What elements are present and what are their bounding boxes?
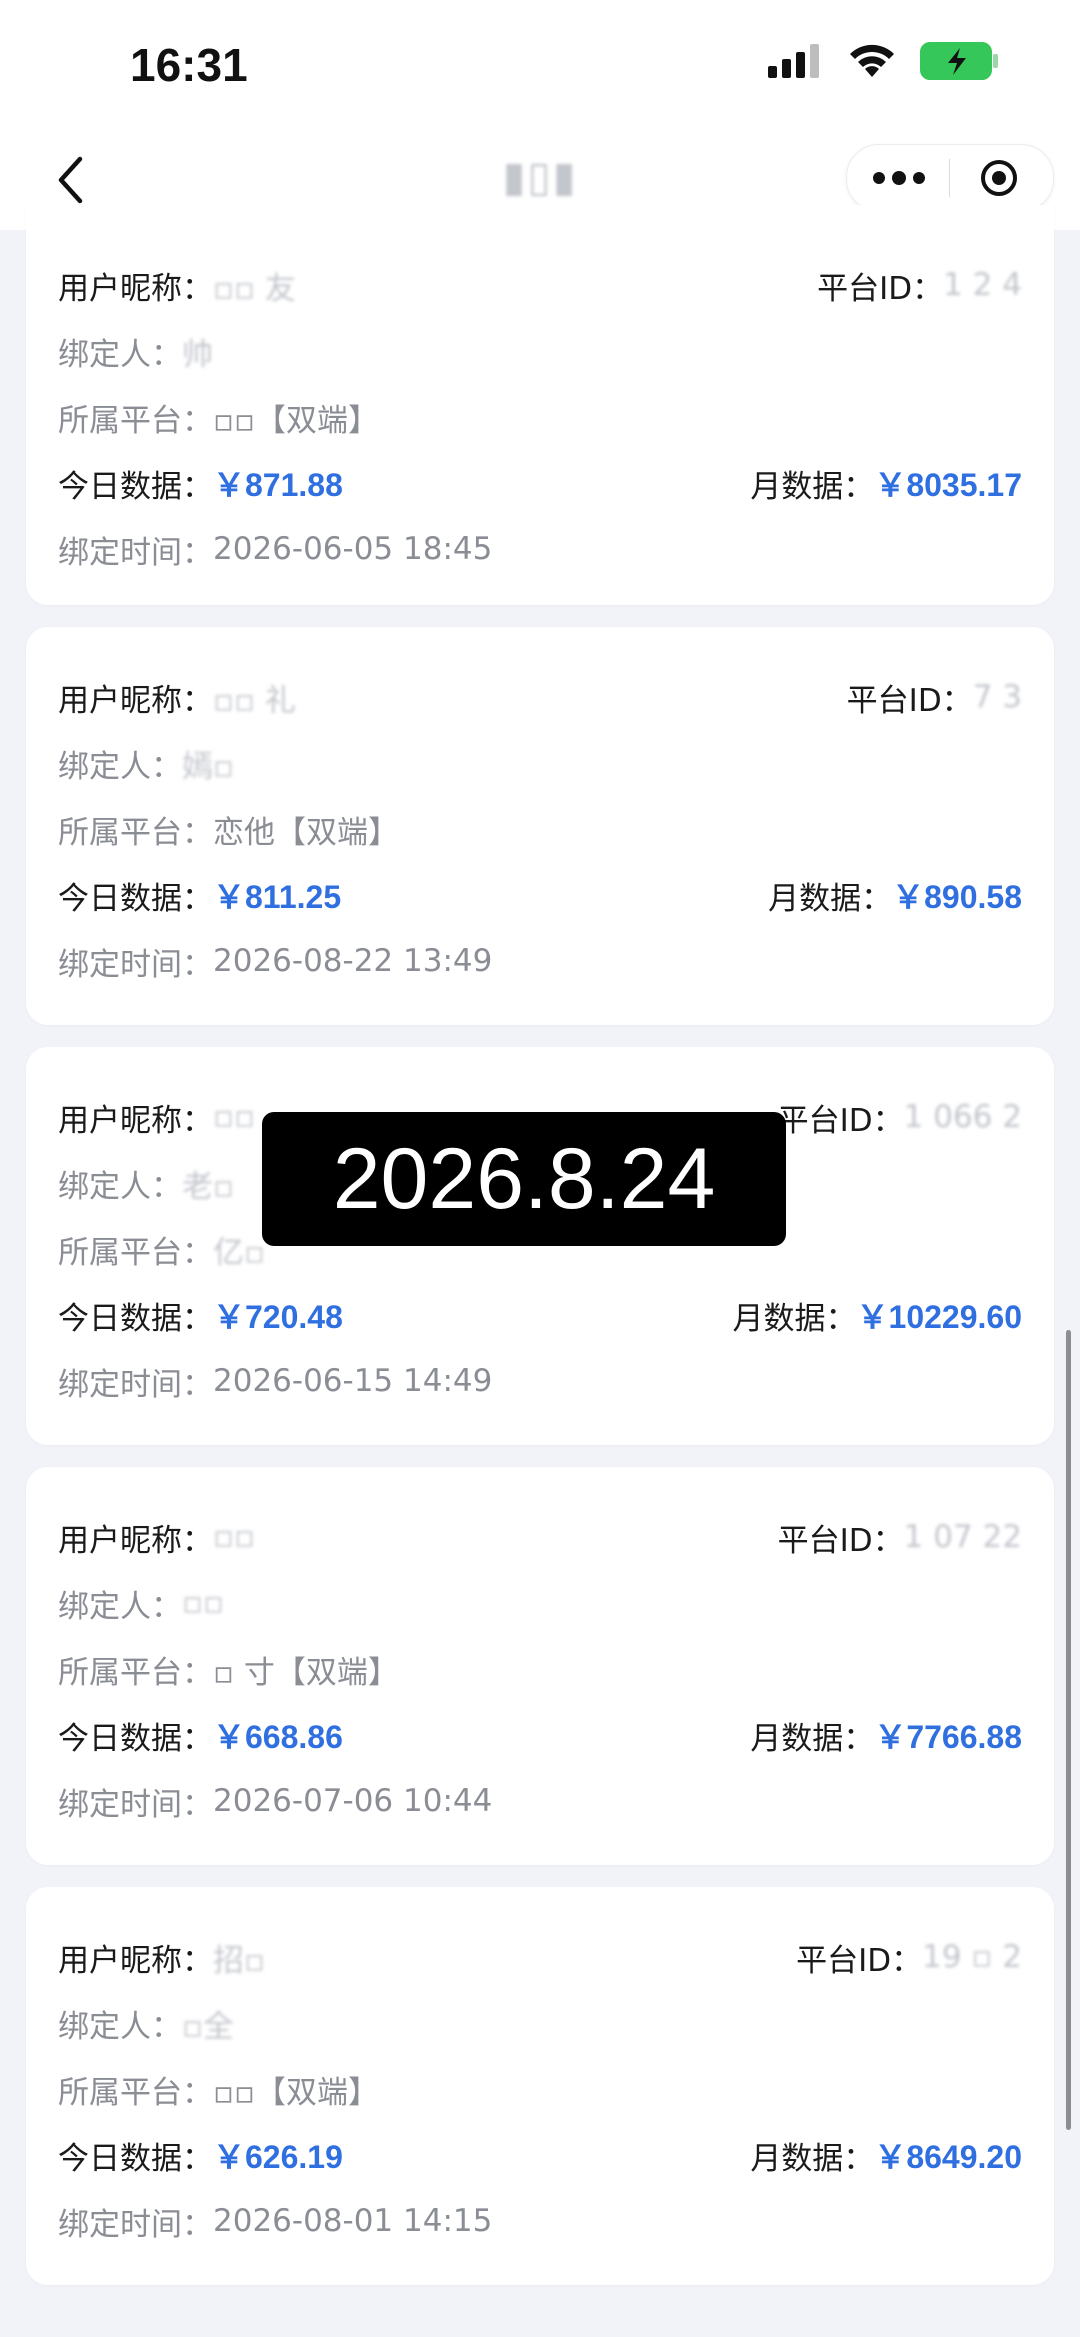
status-bar: 16:31 [0,0,1080,130]
today-value: ￥871.88 [213,467,343,503]
nickname-label: 用户昵称： [58,682,213,719]
platform-id-label: 平台ID： [846,682,973,719]
binder-label: 绑定人： [58,748,182,785]
today-label: 今日数据： [58,2140,213,2177]
target-icon[interactable] [979,158,1019,198]
bind-time-label: 绑定时间： [58,1366,213,1403]
platform-label: 所属平台： [58,1234,213,1271]
month-label: 月数据： [732,1300,857,1337]
platform-label: 所属平台： [58,2074,213,2111]
month-value: ￥8649.20 [874,2139,1022,2175]
platform-value: ▫ 寸【双端】 [213,1654,399,1691]
nickname-value: ▫▫ [213,1099,256,1135]
bind-time-value: 2026-08-22 13:49 [213,943,493,979]
nickname-label: 用户昵称： [58,1102,213,1139]
month-label: 月数据： [750,468,875,505]
today-label: 今日数据： [58,1300,213,1337]
binder-label: 绑定人： [58,2008,182,2045]
platform-id-value: 1 2 4 [943,267,1022,303]
platform-label: 所属平台： [58,814,213,851]
battery-charging-icon [920,42,998,80]
platform-value: 亿▫ [213,1234,266,1271]
month-label: 月数据： [768,880,893,917]
date-overlay-label: 2026.8.24 [262,1112,786,1246]
more-icon[interactable] [873,167,925,189]
platform-value: ▫▫【双端】 [213,2074,380,2111]
platform-value: ▫▫【双端】 [213,402,380,439]
month-value: ￥890.58 [892,879,1022,915]
bind-time-label: 绑定时间： [58,1786,213,1823]
binder-value: ▫▫ [182,1585,225,1621]
status-time: 16:31 [130,39,248,91]
today-label: 今日数据： [58,468,213,505]
binder-value: 帅 [182,336,213,373]
list-item[interactable]: 用户昵称： 招▫ 平台ID： 19 ▫ 2 绑定人： ▫全 所属平台： ▫▫【双端】 今日… [26,1887,1054,2285]
binder-label: 绑定人： [58,1588,182,1625]
binder-value: 老▫ [182,1168,235,1205]
bind-time-label: 绑定时间： [58,946,213,983]
nickname-label: 用户昵称： [58,270,213,307]
binder-label: 绑定人： [58,336,182,373]
platform-id-value: 1 07 22 [903,1519,1022,1555]
list-item[interactable]: 用户昵称： ▫▫ 礼 平台ID： 7 3 绑定人： 嫣▫ 所属平台： 恋他【双端】 今日数… [26,627,1054,1025]
platform-value: 恋他【双端】 [213,814,399,851]
today-value: ￥668.86 [213,1719,343,1755]
mini-program-capsule [846,144,1054,212]
binder-value: 嫣▫ [182,748,235,785]
today-value: ￥811.25 [213,879,342,915]
platform-id-value: 7 3 [972,679,1022,715]
nickname-value: ▫▫ 礼 [213,682,296,719]
binder-value: ▫全 [182,2008,235,2045]
platform-id-value: 19 ▫ 2 [922,1939,1022,1975]
platform-id-label: 平台ID： [777,1522,904,1559]
bind-time-label: 绑定时间： [58,2206,213,2243]
platform-id-label: 平台ID： [817,270,944,307]
scrollbar[interactable] [1066,1330,1071,2130]
bind-time-value: 2026-06-15 14:49 [213,1363,493,1399]
signal-icon [768,44,819,78]
bind-time-value: 2026-06-05 18:45 [213,531,493,567]
platform-id-label: 平台ID： [777,1102,904,1139]
platform-label: 所属平台： [58,402,213,439]
wifi-icon [850,44,894,77]
list-item[interactable]: 用户昵称： ▫▫ 平台ID： 1 07 22 绑定人： ▫▫ 所属平台： ▫ 寸【双端】 … [26,1467,1054,1865]
bind-time-value: 2026-07-06 10:44 [213,1783,493,1819]
list-item[interactable]: 用户昵称： ▫▫ 平台ID： 1 066 2 绑定人： 老▫ 所属平台： 亿▫ 今日数据：… [26,1047,1054,1445]
nickname-label: 用户昵称： [58,1522,213,1559]
nickname-label: 用户昵称： [58,1942,213,1979]
today-value: ￥720.48 [213,1299,343,1335]
bind-time-value: 2026-08-01 14:15 [213,2203,493,2239]
binding-list: 用户昵称： ▫▫ 友平台ID： 1 2 4 绑定人：帅 所属平台： ▫▫【双端】 今日… [26,205,1054,2307]
today-label: 今日数据： [58,880,213,917]
status-icons [768,42,1000,80]
nickname-value: 招▫ [213,1942,266,1979]
platform-id-label: 平台ID： [796,1942,923,1979]
today-value: ￥626.19 [213,2139,343,2175]
list-item[interactable]: 用户昵称： ▫▫ 友 平台ID： 1 2 4 绑定人：帅 所属平台： ▫▫【双端】 今日… [26,205,1054,605]
nickname-value: ▫▫ 友 [213,270,296,307]
platform-id-value: 1 066 2 [903,1099,1022,1135]
month-value: ￥8035.17 [874,467,1022,503]
capsule-divider [949,159,950,197]
month-value: ￥10229.60 [856,1299,1022,1335]
nickname-value: ▫▫ [213,1519,256,1555]
platform-label: 所属平台： [58,1654,213,1691]
bind-time-label: 绑定时间： [58,534,213,571]
month-value: ￥7766.88 [874,1719,1022,1755]
month-label: 月数据： [750,1720,875,1757]
today-label: 今日数据： [58,1720,213,1757]
month-label: 月数据： [750,2140,875,2177]
binder-label: 绑定人： [58,1168,182,1205]
